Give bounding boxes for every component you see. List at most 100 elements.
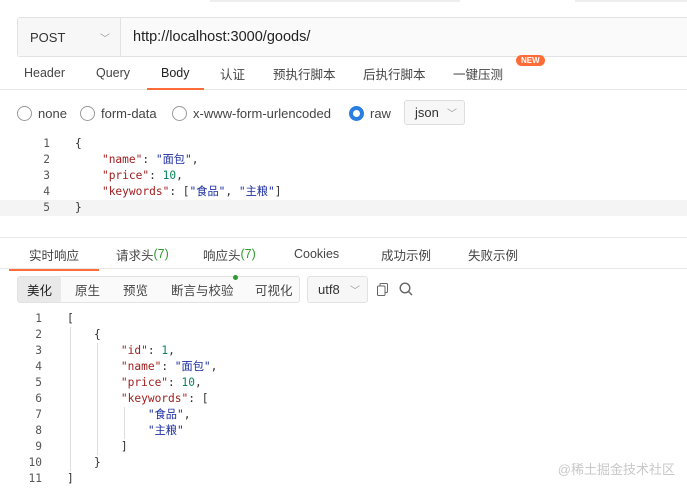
line-number: 3 — [43, 169, 50, 182]
tab-cookies[interactable]: Cookies — [294, 238, 339, 270]
radio-raw[interactable]: raw — [349, 106, 391, 121]
radio-label: none — [38, 106, 67, 121]
status-dot — [233, 275, 238, 280]
body-type-row: none form-data x-www-form-urlencoded raw… — [0, 98, 687, 130]
line-number: 8 — [35, 424, 42, 437]
code-line: 6 "keywords": [ — [0, 391, 687, 407]
tab-count: (7) — [153, 247, 169, 261]
code-text: "主粮" — [147, 424, 184, 437]
request-tabs: Header Query Body 认证 预执行脚本 后执行脚本 一键压测 — [0, 57, 687, 90]
code-text: "keywords": [ — [120, 392, 209, 405]
view-mode-group: 美化 原生 预览 断言与校验 可视化 — [17, 275, 300, 303]
code-text: [ — [67, 312, 74, 325]
code-line: 5 "price": 10, — [0, 375, 687, 391]
code-text: } — [67, 456, 101, 469]
radio-form-data[interactable]: form-data — [80, 106, 157, 121]
code-line: 3 "price": 10, — [0, 168, 687, 184]
line-number: 4 — [35, 360, 42, 373]
tab-label: 失败示例 — [468, 248, 519, 263]
tab-response-headers[interactable]: 响应头 (7) — [203, 238, 256, 270]
line-number: 6 — [35, 392, 42, 405]
response-tabs: 实时响应 请求头 (7) 响应头 (7) Cookies 成功示例 失败示例 — [0, 237, 687, 271]
line-number: 5 — [35, 376, 42, 389]
url-input[interactable]: http://localhost:3000/goods/ — [121, 18, 687, 56]
new-badge: NEW — [516, 55, 545, 66]
code-text: ] — [67, 472, 74, 485]
mode-raw[interactable]: 原生 — [75, 277, 100, 302]
tab-auth[interactable]: 认证 — [220, 57, 245, 89]
radio-label: form-data — [101, 106, 157, 121]
method-label: POST — [30, 29, 66, 45]
tab-label: 请求头 — [116, 248, 154, 263]
tab-query[interactable]: Query — [96, 57, 130, 89]
tab-label: Cookies — [294, 247, 340, 261]
code-line: 1[ — [0, 311, 687, 327]
tab-body[interactable]: Body — [147, 57, 203, 90]
mode-visualize[interactable]: 可视化 — [255, 277, 293, 302]
code-text: { — [75, 137, 82, 150]
tab-count: (7) — [240, 247, 256, 261]
chevron-down-icon: ﹀ — [350, 286, 360, 297]
search-icon[interactable] — [399, 282, 413, 296]
code-text: "price": 10, — [101, 169, 183, 182]
url-bar: POST ﹀ http://localhost:3000/goods/ — [17, 17, 687, 57]
request-body-editor[interactable]: 1{2 "name": "面包", 3 "price": 10, 4 "keywor… — [0, 136, 687, 218]
watermark: @稀土掘金技术社区 — [557, 462, 675, 477]
code-text: } — [75, 201, 82, 214]
code-text: "keywords": ["食品", "主粮"] — [101, 185, 282, 198]
mode-assertions[interactable]: 断言与校验 — [171, 277, 234, 302]
code-line: 3 "id": 1, — [0, 343, 687, 359]
mode-preview[interactable]: 预览 — [123, 277, 148, 302]
chevron-down-icon: ﹀ — [447, 109, 457, 120]
code-line: 2 { — [0, 327, 687, 343]
encoding-select[interactable]: utf8 ﹀ — [307, 276, 368, 303]
line-number: 5 — [43, 201, 50, 214]
code-text: "食品", — [147, 408, 191, 421]
tab-label: 成功示例 — [381, 248, 432, 263]
tab-request-headers[interactable]: 请求头 (7) — [116, 238, 169, 270]
line-number: 2 — [35, 328, 42, 341]
code-line: 4 "keywords": ["食品", "主粮"] — [0, 184, 687, 200]
code-line: 5} — [0, 200, 687, 216]
copy-icon[interactable] — [377, 283, 388, 296]
code-line: 1{ — [0, 136, 687, 152]
tab-label: 实时响应 — [29, 248, 80, 263]
line-number: 3 — [35, 344, 42, 357]
tab-pre-script[interactable]: 预执行脚本 — [273, 57, 336, 89]
tab-load-test[interactable]: 一键压测 — [453, 57, 503, 89]
code-text: "name": "面包", — [101, 153, 199, 166]
tab-fail-example[interactable]: 失败示例 — [468, 238, 518, 270]
code-text: "id": 1, — [120, 344, 175, 357]
encoding-value: utf8 — [318, 282, 340, 297]
radio-label: raw — [370, 106, 391, 121]
line-number: 11 — [28, 472, 42, 485]
radio-icon — [80, 106, 95, 121]
radio-urlencoded[interactable]: x-www-form-urlencoded — [172, 106, 331, 121]
radio-checked-icon — [349, 106, 364, 121]
tab-label: 响应头 — [203, 248, 241, 263]
radio-none[interactable]: none — [17, 106, 67, 121]
radio-label: x-www-form-urlencoded — [193, 106, 331, 121]
line-number: 10 — [28, 456, 42, 469]
code-line: 2 "name": "面包", — [0, 152, 687, 168]
code-line: 4 "name": "面包", — [0, 359, 687, 375]
code-text: { — [67, 328, 101, 341]
tab-header[interactable]: Header — [24, 57, 65, 89]
mode-pretty[interactable]: 美化 — [18, 277, 62, 302]
chevron-down-icon: ﹀ — [100, 33, 110, 45]
line-number: 4 — [43, 185, 50, 198]
line-number: 1 — [35, 312, 42, 325]
tab-post-script[interactable]: 后执行脚本 — [363, 57, 426, 89]
code-text: "price": 10, — [120, 376, 202, 389]
method-select[interactable]: POST ﹀ — [18, 18, 121, 56]
tab-success-example[interactable]: 成功示例 — [381, 238, 431, 270]
tab-live-response[interactable]: 实时响应 — [8, 238, 100, 271]
format-value: json — [415, 105, 439, 120]
radio-icon — [17, 106, 32, 121]
line-number: 7 — [35, 408, 42, 421]
code-line: 9 ] — [0, 439, 687, 455]
line-number: 1 — [43, 137, 50, 150]
format-select[interactable]: json ﹀ — [404, 100, 465, 125]
line-number: 2 — [43, 153, 50, 166]
code-text: ] — [67, 440, 128, 453]
